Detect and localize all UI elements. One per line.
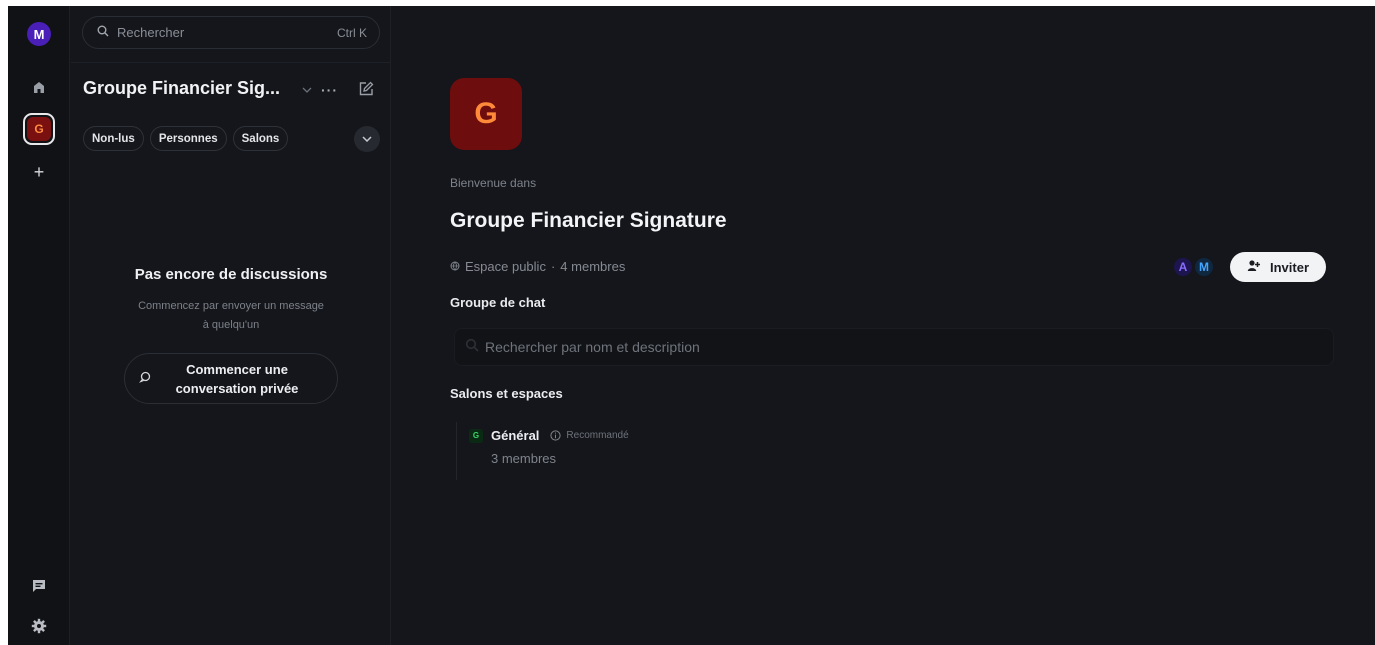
space-home: G Bienvenue dans Groupe Financier Signat… — [392, 6, 1375, 645]
search-icon — [97, 24, 109, 42]
empty-state-subtitle: Commencez par envoyer un message à quelq… — [121, 297, 341, 335]
chevron-down-icon[interactable] — [300, 83, 314, 97]
filter-chip-rooms[interactable]: Salons — [232, 126, 289, 151]
space-avatar-small: G — [27, 117, 51, 141]
invite-button[interactable]: Inviter — [1230, 252, 1326, 282]
search-shortcut-hint: Ctrl K — [337, 25, 367, 40]
globe-icon — [450, 259, 460, 274]
filter-chip-people[interactable]: Personnes — [149, 126, 227, 151]
room-avatar: G — [469, 428, 483, 443]
chat-icon[interactable] — [28, 575, 50, 597]
space-avatar-large: G — [450, 78, 522, 150]
rooms-heading: Salons et espaces — [450, 386, 563, 401]
add-user-icon — [1247, 259, 1260, 275]
space-visibility: Espace public — [465, 259, 546, 274]
compose-icon[interactable] — [356, 79, 376, 99]
chat-bubble-icon — [139, 370, 151, 388]
start-conversation-label-line: Commencer une — [186, 361, 288, 377]
recommended-badge: Recommandé — [566, 430, 629, 441]
member-avatar-a: A — [1174, 258, 1192, 276]
search-box[interactable]: Ctrl K — [82, 16, 380, 49]
empty-state-subtitle-line: à quelqu'un — [202, 319, 260, 331]
settings-gear-icon[interactable] — [28, 615, 50, 637]
more-options-icon[interactable]: ··· — [321, 82, 338, 98]
meta-separator: · — [550, 259, 556, 274]
room-filter-input[interactable] — [485, 339, 1333, 355]
empty-state-subtitle-line: Commencez par envoyer un message — [138, 300, 324, 312]
space-name-heading[interactable]: Groupe Financier Sig... — [83, 78, 283, 99]
space-meta: Espace public · 4 membres — [450, 259, 625, 274]
list-item[interactable]: G Général Recommandé 3 membres — [456, 422, 716, 480]
search-icon — [465, 338, 479, 357]
room-list-panel: Ctrl K Groupe Financier Sig... ··· Non-l… — [71, 6, 391, 645]
space-title: Groupe Financier Signature — [450, 209, 727, 232]
member-avatar-m: M — [1195, 258, 1213, 276]
room-header: G Général Recommandé — [469, 428, 716, 443]
app-window: M G + Rechercher Ctrl K Groupe Financier… — [8, 6, 1375, 645]
start-conversation-label-line: conversation privée — [175, 380, 299, 396]
room-filter-box[interactable] — [454, 328, 1334, 366]
start-conversation-label: Commencer une conversation privée — [151, 360, 337, 398]
search-input[interactable] — [117, 25, 337, 40]
room-name[interactable]: Général — [491, 428, 539, 443]
filter-chip-unread[interactable]: Non-lus — [83, 126, 144, 151]
home-icon[interactable] — [28, 76, 50, 98]
info-icon — [549, 429, 562, 442]
user-avatar[interactable]: M — [27, 22, 51, 46]
room-member-count: 3 membres — [491, 451, 557, 466]
member-count[interactable]: 4 membres — [560, 259, 625, 274]
more-filters-chevron-icon[interactable] — [354, 126, 380, 152]
member-avatars[interactable]: A M — [1174, 258, 1213, 276]
welcome-text: Bienvenue dans — [450, 176, 537, 190]
space-button-selected[interactable]: G — [23, 113, 55, 145]
empty-state-title: Pas encore de discussions — [134, 266, 328, 283]
start-private-conversation-button[interactable]: Commencer une conversation privée — [124, 353, 338, 404]
invite-label: Inviter — [1269, 259, 1309, 275]
filter-chips: Non-lus Personnes Salons — [83, 126, 289, 151]
space-rail: M G + — [8, 6, 70, 645]
add-space-button[interactable]: + — [29, 162, 49, 182]
chat-group-heading: Groupe de chat — [450, 295, 546, 310]
panel-divider — [71, 62, 390, 63]
